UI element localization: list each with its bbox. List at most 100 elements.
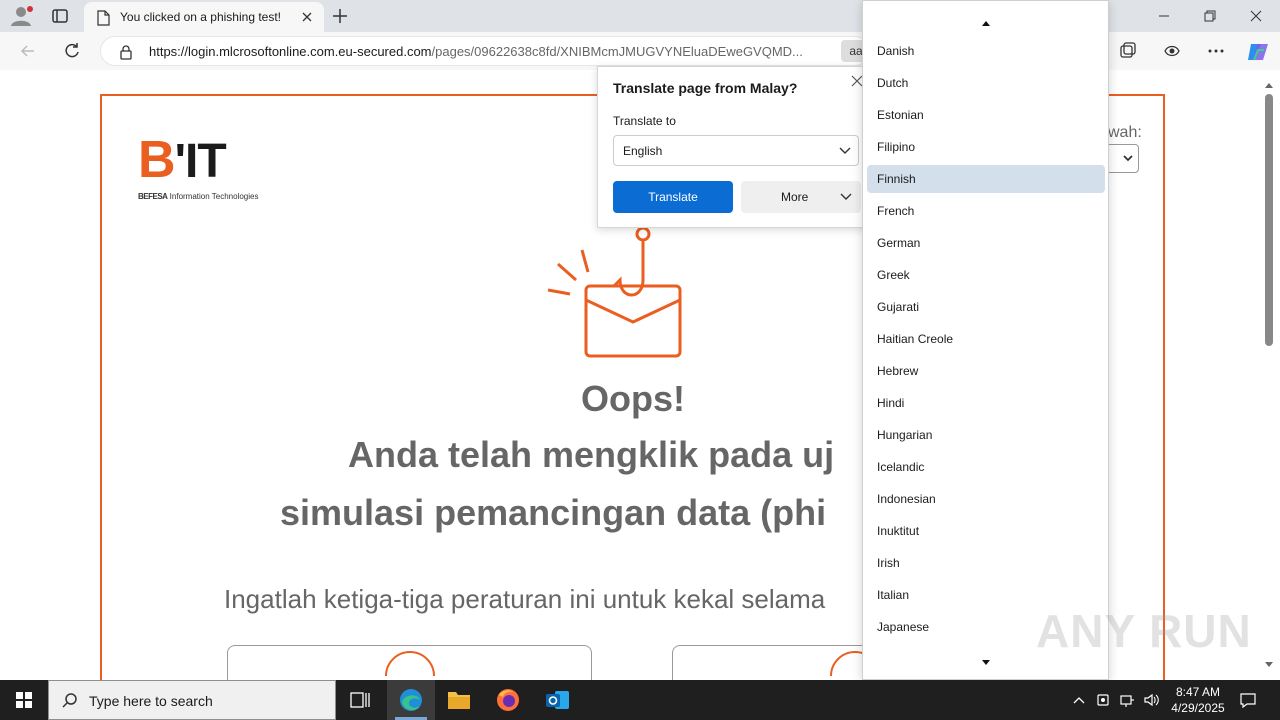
phishing-hook-envelope-icon bbox=[540, 220, 690, 365]
logo-tagline: Information Technologies bbox=[167, 192, 259, 201]
chevron-down-icon bbox=[839, 147, 851, 154]
language-option-label: French bbox=[877, 204, 915, 218]
close-tab-icon[interactable] bbox=[300, 10, 314, 29]
edge-taskbar-icon[interactable] bbox=[387, 680, 435, 720]
volume-icon[interactable] bbox=[1143, 692, 1159, 713]
language-option-label: Dutch bbox=[877, 76, 909, 90]
language-option[interactable]: Inuktitut bbox=[867, 517, 1105, 545]
language-option-label: Italian bbox=[877, 588, 910, 602]
lock-icon[interactable] bbox=[119, 44, 133, 65]
rule-card bbox=[227, 645, 592, 680]
back-icon[interactable] bbox=[18, 41, 38, 66]
system-clock[interactable]: 8:47 AM 4/29/2025 bbox=[1160, 684, 1236, 716]
language-option-label: Filipino bbox=[877, 140, 916, 154]
language-option[interactable]: Dutch bbox=[867, 69, 1105, 97]
language-option[interactable]: Greek bbox=[867, 261, 1105, 289]
profile-avatar-icon[interactable] bbox=[8, 4, 36, 28]
language-option[interactable]: Indonesian bbox=[867, 485, 1105, 513]
clock-date: 4/29/2025 bbox=[1171, 701, 1225, 715]
search-placeholder: Type here to search bbox=[89, 693, 213, 709]
logo-letters-it: 'IT bbox=[174, 135, 227, 188]
language-option-label: Finnish bbox=[877, 172, 916, 186]
language-option[interactable]: Hungarian bbox=[867, 421, 1105, 449]
translate-button[interactable]: Translate bbox=[613, 181, 733, 213]
scrollbar-thumb[interactable] bbox=[1265, 94, 1273, 346]
more-button-label: More bbox=[781, 190, 809, 204]
language-option[interactable]: German bbox=[867, 229, 1105, 257]
language-option-label: Gujarati bbox=[877, 300, 920, 314]
language-option-label: Danish bbox=[877, 44, 915, 58]
page-scrollbar[interactable] bbox=[1260, 74, 1276, 674]
language-option-label: Japanese bbox=[877, 620, 930, 634]
more-options-icon[interactable] bbox=[1206, 41, 1226, 66]
refresh-icon[interactable] bbox=[62, 41, 82, 66]
address-bar[interactable]: https://login.mlcrosoftonline.com.eu-sec… bbox=[100, 36, 871, 66]
file-explorer-icon[interactable] bbox=[435, 680, 483, 720]
close-window-icon[interactable] bbox=[1248, 6, 1264, 31]
scroll-down-icon[interactable] bbox=[981, 655, 991, 673]
restore-icon[interactable] bbox=[1202, 6, 1218, 31]
notifications-icon[interactable] bbox=[1239, 692, 1257, 713]
language-option-label: Hindi bbox=[877, 396, 905, 410]
translate-popup: Translate page from Malay? Translate to … bbox=[597, 66, 872, 228]
translate-title: Translate page from Malay? bbox=[613, 80, 798, 96]
show-hidden-icons-icon[interactable] bbox=[1071, 692, 1087, 713]
copilot-icon[interactable] bbox=[1246, 41, 1270, 68]
language-select-label: wah: bbox=[1108, 124, 1142, 141]
network-icon[interactable] bbox=[1119, 692, 1135, 713]
chevron-down-icon bbox=[840, 193, 852, 200]
taskbar: Type here to search 8:47 AM 4/29/2025 bbox=[0, 680, 1280, 720]
language-option-label: Haitian Creole bbox=[877, 332, 954, 346]
language-option[interactable]: Finnish bbox=[867, 165, 1105, 193]
taskbar-search[interactable]: Type here to search bbox=[48, 680, 336, 720]
language-option[interactable]: Irish bbox=[867, 549, 1105, 577]
language-option-label: Indonesian bbox=[877, 492, 936, 506]
language-option[interactable]: Filipino bbox=[867, 133, 1105, 161]
url-path: /pages/09622638c8fd/XNIBMcmJMUGVYNEluaDE… bbox=[431, 44, 803, 59]
language-option-label: Irish bbox=[877, 556, 900, 570]
outlook-icon[interactable] bbox=[533, 680, 581, 720]
task-view-icon[interactable] bbox=[336, 680, 384, 720]
warning-line-2: simulasi pemancingan data (phi bbox=[280, 492, 827, 533]
more-button[interactable]: More bbox=[741, 181, 861, 213]
language-option[interactable]: Estonian bbox=[867, 101, 1105, 129]
translate-to-label: Translate to bbox=[613, 114, 676, 128]
firefox-icon[interactable] bbox=[484, 680, 532, 720]
collections-icon[interactable] bbox=[1118, 41, 1138, 66]
logo-letter-b: B bbox=[138, 131, 176, 189]
tab-actions-icon[interactable] bbox=[48, 4, 72, 28]
language-option-label: Inuktitut bbox=[877, 524, 920, 538]
tab-active[interactable]: You clicked on a phishing test! bbox=[84, 2, 324, 32]
meet-now-icon[interactable] bbox=[1095, 692, 1111, 713]
language-list-dropdown[interactable]: Danish Dutch Estonian Filipino Finnish French… bbox=[862, 0, 1109, 680]
search-icon bbox=[61, 692, 79, 713]
language-option[interactable]: Haitian Creole bbox=[867, 325, 1105, 353]
language-select[interactable] bbox=[1108, 144, 1139, 173]
clock-time: 8:47 AM bbox=[1175, 685, 1221, 699]
logo-brand-name: BEFESA bbox=[138, 192, 168, 201]
watermark: ANY RUN bbox=[1036, 605, 1252, 657]
warning-line-1: Anda telah mengklik pada uj bbox=[348, 434, 835, 475]
scroll-up-icon[interactable] bbox=[981, 15, 991, 33]
new-tab-icon[interactable] bbox=[330, 6, 350, 31]
target-language-select[interactable]: English bbox=[613, 135, 859, 166]
language-option[interactable]: Hindi bbox=[867, 389, 1105, 417]
extensions-icon[interactable] bbox=[1162, 41, 1182, 66]
language-option[interactable]: Hebrew bbox=[867, 357, 1105, 385]
start-button[interactable] bbox=[0, 680, 48, 720]
language-option[interactable]: Gujarati bbox=[867, 293, 1105, 321]
remember-rules-text: Ingatlah ketiga-tiga peraturan ini untuk… bbox=[224, 584, 826, 614]
language-option[interactable]: Danish bbox=[867, 37, 1105, 65]
minimize-icon[interactable] bbox=[1156, 6, 1172, 31]
company-logo: B'IT BEFESA Information Technologies bbox=[138, 132, 278, 212]
target-language-value: English bbox=[623, 144, 663, 158]
language-option-label: German bbox=[877, 236, 921, 250]
language-option[interactable]: French bbox=[867, 197, 1105, 225]
tab-title: You clicked on a phishing test! bbox=[120, 10, 281, 24]
url-text[interactable]: https://login.mlcrosoftonline.com.eu-sec… bbox=[149, 44, 841, 59]
document-icon bbox=[96, 10, 110, 31]
language-option-label: Hebrew bbox=[877, 364, 919, 378]
language-option-label: Estonian bbox=[877, 108, 924, 122]
language-option-label: Hungarian bbox=[877, 428, 933, 442]
language-option[interactable]: Icelandic bbox=[867, 453, 1105, 481]
